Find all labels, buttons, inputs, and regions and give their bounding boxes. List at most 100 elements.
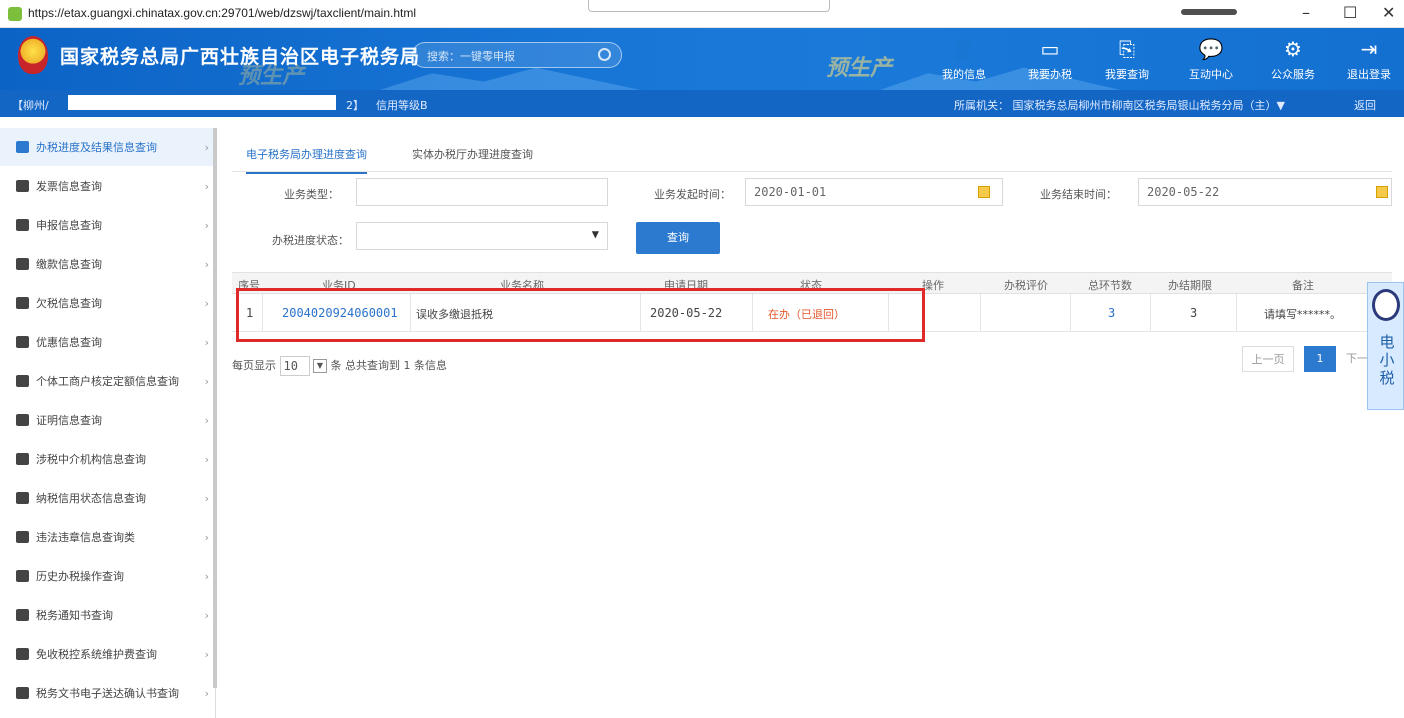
site-favicon-icon xyxy=(8,7,22,21)
nav-query[interactable]: ⎘ 我要查询 xyxy=(1097,28,1157,90)
return-link[interactable]: 返回 xyxy=(1354,97,1376,113)
sidebar-scrollbar[interactable] xyxy=(213,128,217,688)
nav-label: 公众服务 xyxy=(1271,68,1315,81)
chart-icon xyxy=(16,336,29,348)
sidebar-item[interactable]: 违法违章信息查询类 › xyxy=(0,518,215,557)
annotation-highlight-box xyxy=(236,288,925,342)
sidebar-menu: 办税进度及结果信息查询 › 发票信息查询 › 申报信息查询 › 缴款信息查询 › 欠税信… xyxy=(0,128,217,718)
column-header: 总环节数 xyxy=(1088,279,1132,292)
column-header: 办结期限 xyxy=(1168,279,1212,292)
taxpayer-location-end: 2】 xyxy=(346,99,364,112)
payment-icon xyxy=(16,258,29,270)
tab-etax-progress[interactable]: 电子税务局办理进度查询 xyxy=(246,146,367,174)
chevron-right-icon: › xyxy=(204,531,209,544)
sidebar-item-label: 办税进度及结果信息查询 xyxy=(36,141,157,154)
sidebar-item[interactable]: 申报信息查询 › xyxy=(0,206,215,245)
remark-text: 请填写******。 xyxy=(1264,308,1341,321)
tax-assistant-widget[interactable]: 电小税 xyxy=(1367,282,1404,410)
total-steps-link[interactable]: 3 xyxy=(1108,306,1115,320)
page-size-label: 每页显示 xyxy=(232,359,276,372)
nav-label: 我要办税 xyxy=(1028,68,1072,81)
sidebar-item-label: 税务文书电子送达确认书查询 xyxy=(36,687,179,700)
column-divider xyxy=(980,294,981,332)
sidebar-item[interactable]: 纳税信用状态信息查询 › xyxy=(0,479,215,518)
chevron-right-icon: › xyxy=(204,219,209,232)
robot-avatar-icon xyxy=(1372,289,1400,321)
nav-interaction[interactable]: 💬 互动中心 xyxy=(1181,28,1241,90)
page-number-current[interactable]: 1 xyxy=(1304,346,1336,372)
sidebar-item[interactable]: 办税进度及结果信息查询 › xyxy=(0,128,215,167)
sidebar-item[interactable]: 优惠信息查询 › xyxy=(0,323,215,362)
minimize-button[interactable]: – xyxy=(1302,3,1310,22)
end-time-label: 业务结束时间： xyxy=(1040,188,1117,201)
calendar-icon[interactable] xyxy=(978,186,990,198)
search-icon[interactable] xyxy=(598,48,611,61)
chevron-right-icon: › xyxy=(204,570,209,583)
document-icon xyxy=(16,687,29,699)
business-type-label: 业务类型： xyxy=(284,188,339,201)
close-window-button[interactable]: ✕ xyxy=(1382,3,1395,22)
progress-status-label: 办税进度状态： xyxy=(272,234,349,247)
nav-my-info[interactable]: 👤 我的信息 xyxy=(934,28,994,90)
column-divider xyxy=(1236,294,1237,332)
nav-do-tax[interactable]: ▭ 我要办税 xyxy=(1020,28,1080,90)
history-icon xyxy=(16,570,29,582)
query-button[interactable]: 查询 xyxy=(636,222,720,254)
nav-logout[interactable]: ⇥ 退出登录 xyxy=(1339,28,1399,90)
sidebar-item[interactable]: 发票信息查询 › xyxy=(0,167,215,206)
tab-hall-progress[interactable]: 实体办税厅办理进度查询 xyxy=(412,146,533,172)
sidebar-item-label: 免收税控系统维护费查询 xyxy=(36,648,157,661)
sidebar-item[interactable]: 欠税信息查询 › xyxy=(0,284,215,323)
business-type-input[interactable] xyxy=(356,178,608,206)
sidebar-item-label: 证明信息查询 xyxy=(36,414,102,427)
browser-tab-strip xyxy=(588,0,830,12)
authority-selector[interactable]: 所属机关： 国家税务总局柳州市柳南区税务局银山税务分局（主）▼ xyxy=(954,97,1285,113)
page-size-select[interactable]: 10 xyxy=(279,356,310,376)
chevron-right-icon: › xyxy=(204,648,209,661)
chevron-right-icon: › xyxy=(204,609,209,622)
sidebar-item-label: 发票信息查询 xyxy=(36,180,102,193)
sidebar-item[interactable]: 历史办税操作查询 › xyxy=(0,557,215,596)
search-placeholder: 搜索：一键零申报 xyxy=(427,50,515,63)
sidebar-item[interactable]: 免收税控系统维护费查询 › xyxy=(0,635,215,674)
chevron-right-icon: › xyxy=(204,414,209,427)
taxpayer-info-bar: 【柳州/ 2】 信用等级B 所属机关： 国家税务总局柳州市柳南区税务局银山税务分… xyxy=(0,90,1404,117)
sidebar-item-label: 纳税信用状态信息查询 xyxy=(36,492,146,505)
calendar-icon[interactable] xyxy=(1376,186,1388,198)
nav-label: 退出登录 xyxy=(1347,68,1391,81)
query-tabs: 电子税务局办理进度查询 实体办税厅办理进度查询 xyxy=(232,140,1392,174)
start-time-input[interactable]: 2020-01-01 xyxy=(745,178,1003,206)
browser-url[interactable]: https://etax.guangxi.chinatax.gov.cn:297… xyxy=(28,6,416,20)
nav-public-service[interactable]: ⚙ 公众服务 xyxy=(1263,28,1323,90)
progress-icon xyxy=(16,141,29,153)
end-time-input[interactable]: 2020-05-22 xyxy=(1138,178,1392,206)
redacted-taxpayer-name xyxy=(68,95,336,110)
sidebar-item-label: 历史办税操作查询 xyxy=(36,570,124,583)
sidebar-item[interactable]: 个体工商户核定定额信息查询 › xyxy=(0,362,215,401)
column-header: 备注 xyxy=(1292,279,1314,292)
declare-icon xyxy=(16,219,29,231)
assistant-label: 电小税 xyxy=(1379,333,1395,387)
sidebar-item[interactable]: 税务文书电子送达确认书查询 › xyxy=(0,674,215,713)
sidebar-item[interactable]: 涉税中介机构信息查询 › xyxy=(0,440,215,479)
sidebar-item[interactable]: 税务通知书查询 › xyxy=(0,596,215,635)
header-search-box[interactable]: 搜索：一键零申报 xyxy=(412,42,622,68)
header-decoration xyxy=(880,67,1120,90)
sidebar-item[interactable]: 缴款信息查询 › xyxy=(0,245,215,284)
invoice-icon xyxy=(16,180,29,192)
loading-indicator xyxy=(1181,9,1237,15)
service-icon: ⚙ xyxy=(1284,37,1302,61)
sidebar-item-label: 违法违章信息查询类 xyxy=(36,531,135,544)
user-icon: 👤 xyxy=(951,37,977,61)
prev-page-button[interactable]: 上一页 xyxy=(1242,346,1294,372)
site-header: 国家税务总局广西壮族自治区电子税务局 预生产 预生产 搜索：一键零申报 👤 我的… xyxy=(0,28,1404,90)
progress-status-select[interactable]: ▼ xyxy=(356,222,608,250)
maximize-button[interactable]: ☐ xyxy=(1343,3,1357,22)
chevron-down-icon[interactable]: ▼ xyxy=(313,359,327,373)
next-page-button[interactable]: 下一 xyxy=(1346,346,1367,372)
chevron-right-icon: › xyxy=(204,180,209,193)
chevron-right-icon: › xyxy=(204,453,209,466)
sidebar-item-label: 涉税中介机构信息查询 xyxy=(36,453,146,466)
sidebar-item[interactable]: 证明信息查询 › xyxy=(0,401,215,440)
watermark-text: 预生产 xyxy=(826,55,893,81)
